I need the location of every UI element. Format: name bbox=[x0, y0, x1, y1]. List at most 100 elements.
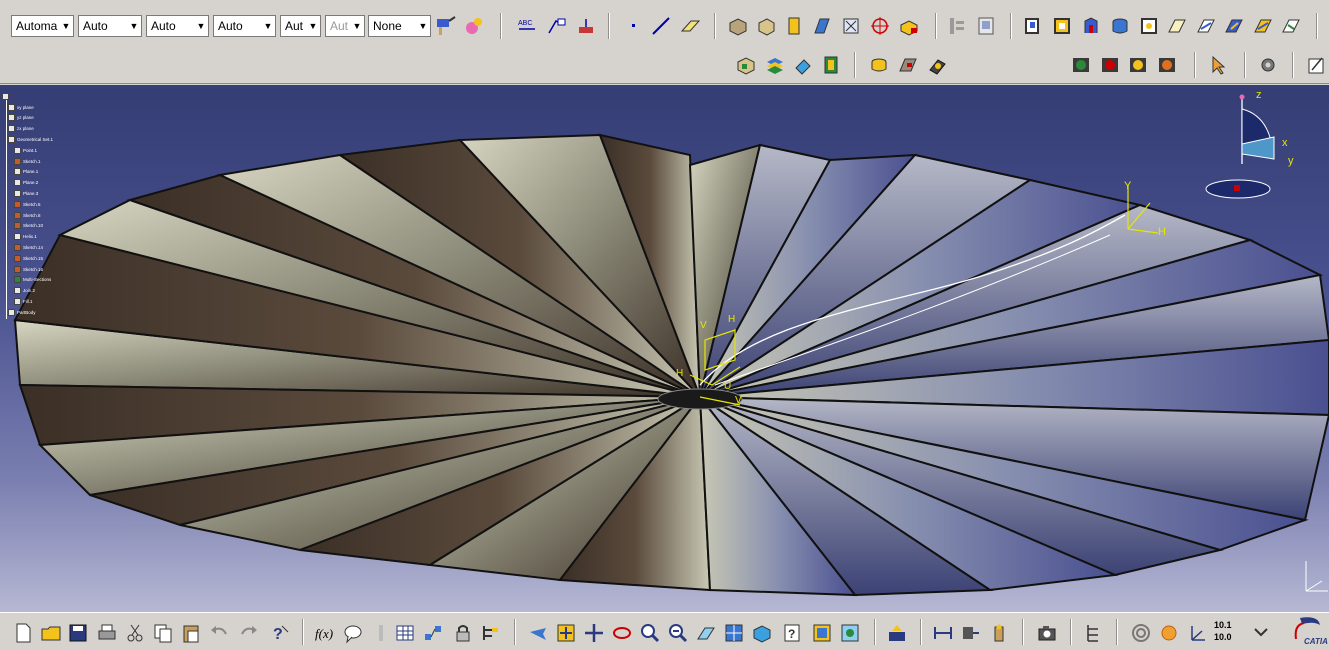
extrapolate-icon[interactable] bbox=[1280, 15, 1302, 37]
spiral-icon[interactable] bbox=[1130, 622, 1152, 644]
point-type-combo[interactable]: Aut ▼ bbox=[280, 15, 321, 37]
capture-icon-4[interactable] bbox=[1156, 54, 1178, 76]
tree-node[interactable]: Geometrical Set.1 bbox=[2, 134, 64, 145]
hide-show-icon[interactable] bbox=[839, 622, 861, 644]
capture-icon-1[interactable] bbox=[1070, 54, 1092, 76]
save-icon[interactable] bbox=[67, 622, 89, 644]
split-icon[interactable] bbox=[1051, 15, 1073, 37]
tree-node[interactable]: zx plane bbox=[2, 123, 64, 134]
multisection-icon[interactable] bbox=[898, 15, 920, 37]
tree-node[interactable]: PartBody bbox=[2, 307, 64, 318]
impeller-model[interactable] bbox=[0, 85, 1329, 612]
tree-node[interactable]: Plane.3 bbox=[2, 188, 64, 199]
extrude-icon[interactable] bbox=[727, 15, 749, 37]
sweep-surface-icon[interactable] bbox=[1252, 15, 1274, 37]
flag-note-icon[interactable] bbox=[546, 15, 568, 37]
revolve-icon[interactable] bbox=[755, 15, 777, 37]
axis-coords-icon[interactable] bbox=[1186, 622, 1208, 644]
line-type-combo[interactable]: Auto ▼ bbox=[213, 15, 276, 37]
fit-all-icon[interactable] bbox=[555, 622, 577, 644]
line-icon[interactable] bbox=[650, 15, 672, 37]
help-icon[interactable]: ? bbox=[268, 622, 290, 644]
multi-view-icon[interactable] bbox=[723, 622, 745, 644]
tree-node[interactable]: xy plane bbox=[2, 102, 64, 113]
cylinder-icon[interactable] bbox=[811, 15, 833, 37]
tree-node[interactable]: Sketch.5 bbox=[2, 199, 64, 210]
measure-item-tool-icon[interactable] bbox=[960, 622, 982, 644]
cut-icon[interactable] bbox=[124, 622, 146, 644]
capture-icon-2[interactable] bbox=[1099, 54, 1121, 76]
shading-icon[interactable] bbox=[811, 622, 833, 644]
fill-icon[interactable] bbox=[1195, 15, 1217, 37]
parameters-icon[interactable] bbox=[480, 622, 502, 644]
target-icon[interactable] bbox=[869, 15, 891, 37]
text-annotation-icon[interactable]: ABC bbox=[517, 15, 539, 37]
more-icon[interactable] bbox=[1250, 622, 1272, 644]
tree-node[interactable] bbox=[2, 91, 64, 102]
scan-icon[interactable] bbox=[897, 54, 919, 76]
tree-node[interactable]: Sketch.1 bbox=[2, 156, 64, 167]
view-mode-icon[interactable]: ? bbox=[781, 622, 803, 644]
formula-icon[interactable]: f(x) bbox=[314, 622, 336, 644]
paste-icon[interactable] bbox=[180, 622, 202, 644]
gear-icon[interactable] bbox=[1257, 54, 1279, 76]
axis-system-icon[interactable] bbox=[926, 54, 948, 76]
zoom-in-icon[interactable] bbox=[639, 622, 661, 644]
copy-icon[interactable] bbox=[152, 622, 174, 644]
normal-view-icon[interactable] bbox=[695, 622, 717, 644]
compass-widget[interactable]: z x y bbox=[1196, 89, 1306, 204]
3d-viewport[interactable]: Y H H V H V U xy plane yz plane zx plane Ge… bbox=[0, 85, 1329, 612]
select-arrow-icon[interactable] bbox=[1208, 54, 1230, 76]
measure-between-icon[interactable] bbox=[932, 622, 954, 644]
blend-icon[interactable] bbox=[1223, 15, 1245, 37]
point-icon[interactable] bbox=[623, 15, 645, 37]
new-file-icon[interactable] bbox=[12, 622, 34, 644]
color-combo[interactable]: Automa ▼ bbox=[11, 15, 74, 37]
comment-icon[interactable] bbox=[342, 622, 364, 644]
tree-node[interactable]: Sketch.10 bbox=[2, 221, 64, 232]
tree-node[interactable]: yz plane bbox=[2, 113, 64, 124]
tree-node[interactable]: Multi-Sections bbox=[2, 275, 64, 286]
table-icon[interactable] bbox=[394, 622, 416, 644]
pan-icon[interactable] bbox=[583, 622, 605, 644]
tree-node[interactable]: Sketch.15 bbox=[2, 253, 64, 264]
painter-icon[interactable] bbox=[435, 15, 457, 37]
catalog-icon[interactable] bbox=[975, 15, 997, 37]
measure-values-icon[interactable]: 10.1 10.0 bbox=[1214, 620, 1240, 646]
sphere-icon[interactable] bbox=[783, 15, 805, 37]
tree-node[interactable]: Plane.1 bbox=[2, 167, 64, 178]
lock-icon[interactable] bbox=[452, 622, 474, 644]
transparency-combo[interactable]: Auto ▼ bbox=[78, 15, 142, 37]
tree-expand-icon[interactable] bbox=[1084, 622, 1106, 644]
wrench-icon[interactable] bbox=[370, 622, 392, 644]
thickness-icon[interactable] bbox=[1138, 15, 1160, 37]
tree-node[interactable]: Join.2 bbox=[2, 285, 64, 296]
shell-icon[interactable] bbox=[1109, 15, 1131, 37]
line-thickness-combo[interactable]: Auto ▼ bbox=[146, 15, 209, 37]
sweep-icon[interactable] bbox=[840, 15, 862, 37]
offset-icon[interactable] bbox=[1166, 15, 1188, 37]
capture-icon-3[interactable] bbox=[1127, 54, 1149, 76]
tree-node[interactable]: Fill.1 bbox=[2, 296, 64, 307]
layer-combo[interactable]: None ▼ bbox=[368, 15, 431, 37]
tree-node[interactable]: Sketch.8 bbox=[2, 210, 64, 221]
stack-icon[interactable] bbox=[764, 54, 786, 76]
tree-node[interactable]: Plane.2 bbox=[2, 177, 64, 188]
plane-icon[interactable] bbox=[679, 15, 701, 37]
tree-node[interactable]: Sketch.16 bbox=[2, 264, 64, 275]
redo-icon[interactable] bbox=[238, 622, 260, 644]
sketch-icon[interactable] bbox=[1306, 54, 1328, 76]
section-icon[interactable] bbox=[820, 54, 842, 76]
rotate-icon[interactable] bbox=[611, 622, 633, 644]
capture-camera-icon[interactable] bbox=[1036, 622, 1058, 644]
3d-annotation-icon[interactable] bbox=[576, 15, 598, 37]
undo-icon[interactable] bbox=[208, 622, 230, 644]
rendering-style-combo[interactable]: Aut ▼ bbox=[325, 15, 365, 37]
tree-node[interactable]: Sketch.14 bbox=[2, 242, 64, 253]
measure-item-icon[interactable] bbox=[868, 54, 890, 76]
boolean-icon[interactable] bbox=[735, 54, 757, 76]
fly-icon[interactable] bbox=[527, 622, 549, 644]
knowledge-icon[interactable] bbox=[422, 622, 444, 644]
iso-view-icon[interactable] bbox=[751, 622, 773, 644]
join-icon[interactable] bbox=[1022, 15, 1044, 37]
